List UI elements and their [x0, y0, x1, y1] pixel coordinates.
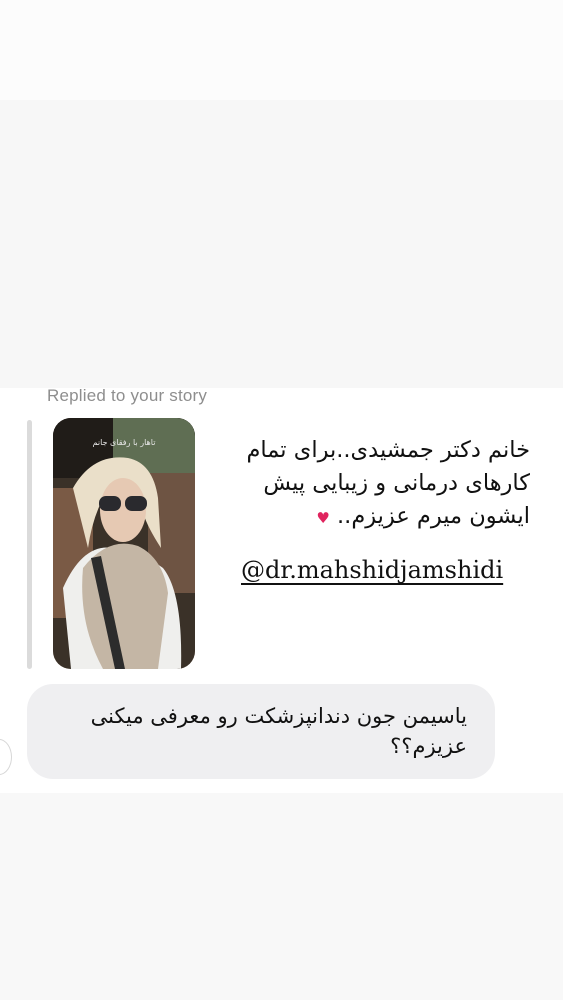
story-caption: تاهار با رفقای جانم [92, 438, 156, 447]
mention-link[interactable]: @dr.mahshidjamshidi [241, 556, 503, 584]
story-text-block: خانم دکتر جمشیدی..برای تمام کارهای درمان… [225, 434, 531, 535]
story-photo [53, 418, 195, 669]
story-text-line-3: ایشون میرم عزیزم.. [337, 503, 530, 529]
screen-top-area [0, 0, 563, 100]
story-text-line: کارهای درمانی و زیبایی پیش [263, 470, 530, 496]
story-text-line: خانم دکتر جمشیدی..برای تمام [246, 437, 531, 463]
message-text: یاسیمن جون دندانپزشکت رو معرفی میکنی عزی… [90, 704, 467, 758]
reply-quote-bar [27, 420, 32, 669]
story-text-line: ایشون میرم عزیزم.. ♥ [225, 500, 530, 535]
message-bubble[interactable]: یاسیمن جون دندانپزشکت رو معرفی میکنی عزی… [27, 684, 495, 779]
screen-bottom-area [0, 793, 563, 1000]
replied-to-story-label: Replied to your story [47, 386, 208, 405]
screen-blank-area [0, 100, 563, 390]
heart-icon: ♥ [316, 509, 330, 527]
story-thumbnail[interactable]: تاهار با رفقای جانم [53, 418, 195, 669]
